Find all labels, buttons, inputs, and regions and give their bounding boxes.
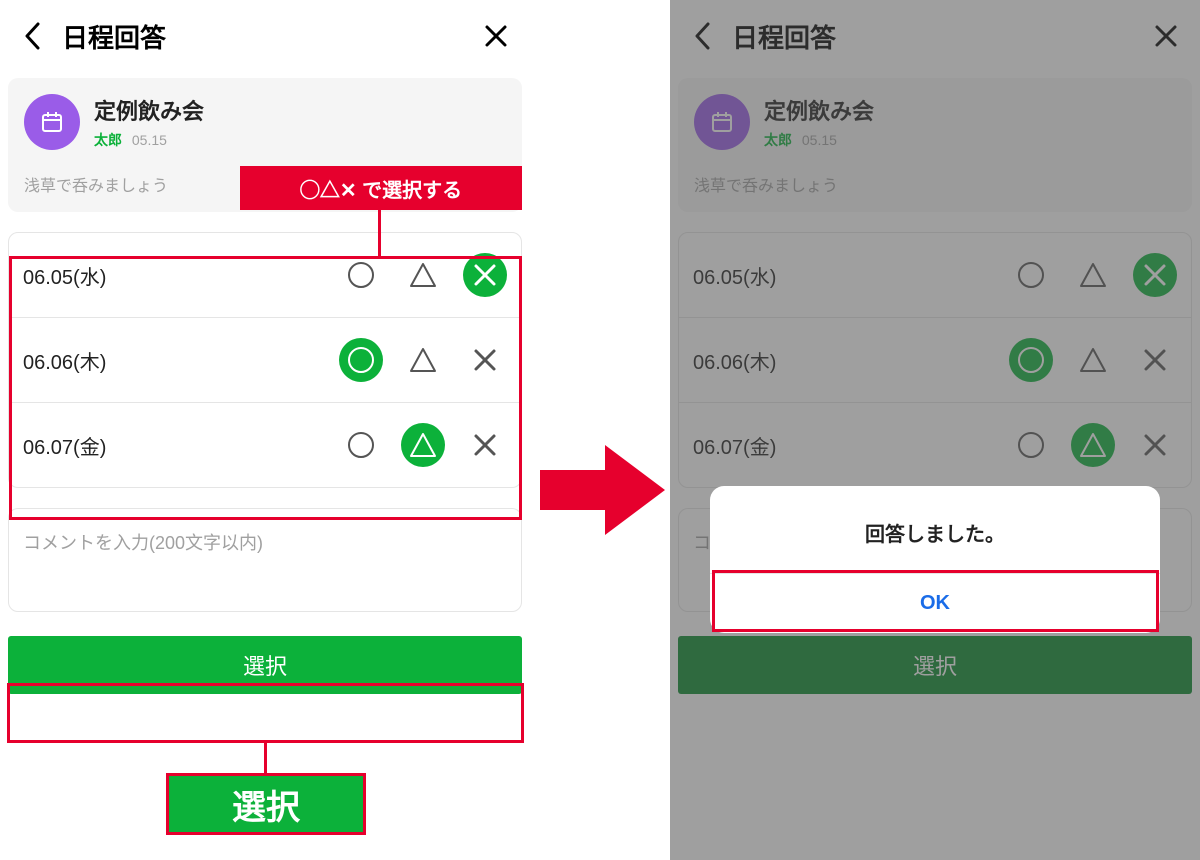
modal-backdrop <box>670 0 1200 860</box>
date-row: 06.05(水) <box>9 233 521 318</box>
comment-input[interactable]: コメントを入力(200文字以内) <box>8 508 522 612</box>
event-date: 05.15 <box>132 132 167 148</box>
alert-message: 回答しました。 <box>710 486 1160 573</box>
date-row: 06.07(金) <box>9 403 521 487</box>
vote-circle-button[interactable] <box>339 423 383 467</box>
vote-triangle-button[interactable] <box>401 253 445 297</box>
vote-cross-button[interactable] <box>463 253 507 297</box>
date-label: 06.06(木) <box>23 346 339 375</box>
date-row: 06.06(木) <box>9 318 521 403</box>
annotation-select-callout: 選択 <box>166 773 366 835</box>
vote-triangle-button[interactable] <box>401 338 445 382</box>
screenshot-after: 日程回答 定例飲み会 太郎 05.15 浅草で呑みましょう <box>670 0 1200 860</box>
select-button[interactable]: 選択 <box>8 636 522 694</box>
page-title: 日程回答 <box>62 18 480 55</box>
transition-arrow-icon <box>530 430 670 550</box>
confirmation-alert: 回答しました。 OK <box>710 486 1160 633</box>
comment-placeholder: コメントを入力(200文字以内) <box>23 529 507 555</box>
dates-list: 06.05(水) 06.06(木) <box>8 232 522 488</box>
alert-ok-button[interactable]: OK <box>710 573 1160 633</box>
screenshot-before: 日程回答 定例飲み会 太郎 05.15 浅草で呑みましょう <box>0 0 530 860</box>
header-bar: 日程回答 <box>0 0 530 72</box>
date-label: 06.05(水) <box>23 261 339 290</box>
back-button[interactable] <box>18 20 50 52</box>
annotation-connector <box>378 210 381 259</box>
calendar-icon <box>24 94 80 150</box>
vote-triangle-button[interactable] <box>401 423 445 467</box>
event-author: 太郎 <box>94 132 122 148</box>
annotation-connector <box>264 743 267 773</box>
vote-circle-button[interactable] <box>339 253 383 297</box>
vote-cross-button[interactable] <box>463 338 507 382</box>
vote-cross-button[interactable] <box>463 423 507 467</box>
date-label: 06.07(金) <box>23 431 339 460</box>
vote-circle-button[interactable] <box>339 338 383 382</box>
event-title: 定例飲み会 <box>94 94 204 126</box>
close-button[interactable] <box>480 20 512 52</box>
annotation-hint-label: ◯△✕ で選択する <box>240 166 522 210</box>
